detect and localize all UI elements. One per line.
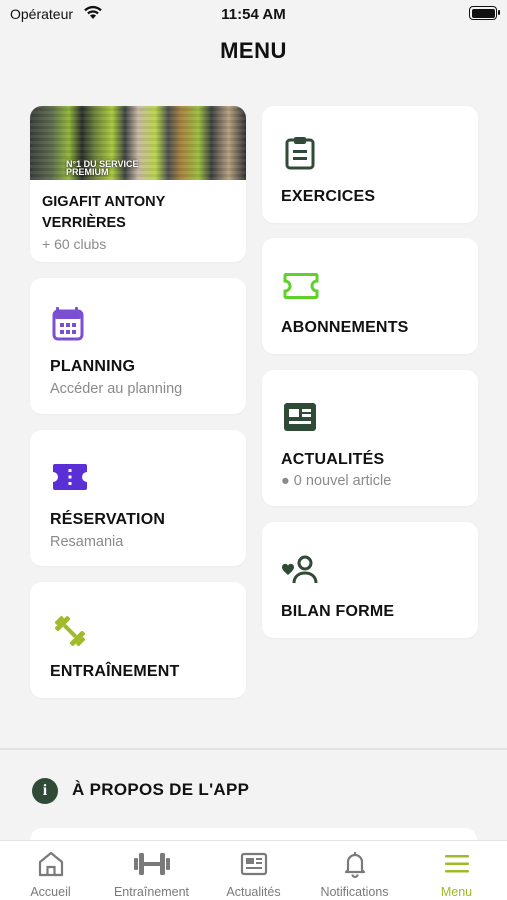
info-icon: i [32,778,58,804]
menu-icon [444,855,469,873]
reservation-card[interactable]: RÉSERVATION Resamania [30,430,246,566]
actualites-subtitle: ● 0 nouvel article [281,473,392,489]
status-bar: Opérateur 11:54 AM [0,0,507,28]
actualites-card[interactable]: ACTUALITÉS ● 0 nouvel article [262,370,478,506]
club-card[interactable]: N°1 DU SERVICE PREMIUM GIGAFIT ANTONY VE… [30,106,246,262]
tab-label: Accueil [30,885,71,899]
tab-label: Notifications [320,885,389,899]
about-title: À PROPOS DE L'APP [72,780,250,799]
bilan-forme-card[interactable]: BILAN FORME [262,522,478,638]
screen: Opérateur 11:54 AM MENU N°1 DU SERVICE P… [0,0,507,900]
newspaper-icon [240,852,267,876]
dumbbell-icon [54,615,86,647]
tab-menu[interactable]: Menu [406,841,507,900]
battery-icon [469,6,500,20]
planning-subtitle: Accéder au planning [50,381,183,397]
tab-label: Actualités [226,885,281,899]
planning-label: PLANNING [50,358,136,375]
clock: 11:54 AM [221,6,286,23]
ticket-icon [53,464,87,490]
reservation-label: RÉSERVATION [50,511,166,528]
tab-bar: Accueil Entraînement Actualités Notifica… [0,840,507,900]
about-section: i À PROPOS DE L'APP [0,750,507,858]
bilan-forme-label: BILAN FORME [281,603,395,620]
tab-notifications[interactable]: Notifications [304,841,405,900]
abonnements-label: ABONNEMENTS [281,319,409,336]
reservation-subtitle: Resamania [50,534,124,550]
actualites-label: ACTUALITÉS [281,451,385,468]
calendar-icon [52,307,84,341]
page-title: MENU [220,38,287,63]
dumbbell-icon [133,853,170,875]
exercices-card[interactable]: EXERCICES [262,106,478,223]
club-badge: N°1 DU SERVICE PREMIUM [66,159,139,177]
bell-icon [344,852,365,879]
tab-label: Entraînement [113,885,190,899]
exercices-label: EXERCICES [281,188,376,205]
home-icon [38,851,63,877]
tab-entrainement[interactable]: Entraînement [101,841,202,900]
club-name: GIGAFIT ANTONY VERRIÈRES [42,194,165,231]
club-subtitle: + 60 clubs [42,236,107,252]
ticket-outline-icon [283,273,319,299]
tab-label: Menu [440,885,473,899]
abonnements-card[interactable]: ABONNEMENTS [262,238,478,354]
heart-person-icon [282,555,318,584]
tab-accueil[interactable]: Accueil [0,841,101,900]
newspaper-icon [284,403,316,431]
entrainement-label: ENTRAÎNEMENT [50,663,180,680]
clipboard-icon [285,137,315,170]
tab-actualites[interactable]: Actualités [203,841,304,900]
planning-card[interactable]: PLANNING Accéder au planning [30,278,246,414]
entrainement-card[interactable]: ENTRAÎNEMENT [30,582,246,698]
